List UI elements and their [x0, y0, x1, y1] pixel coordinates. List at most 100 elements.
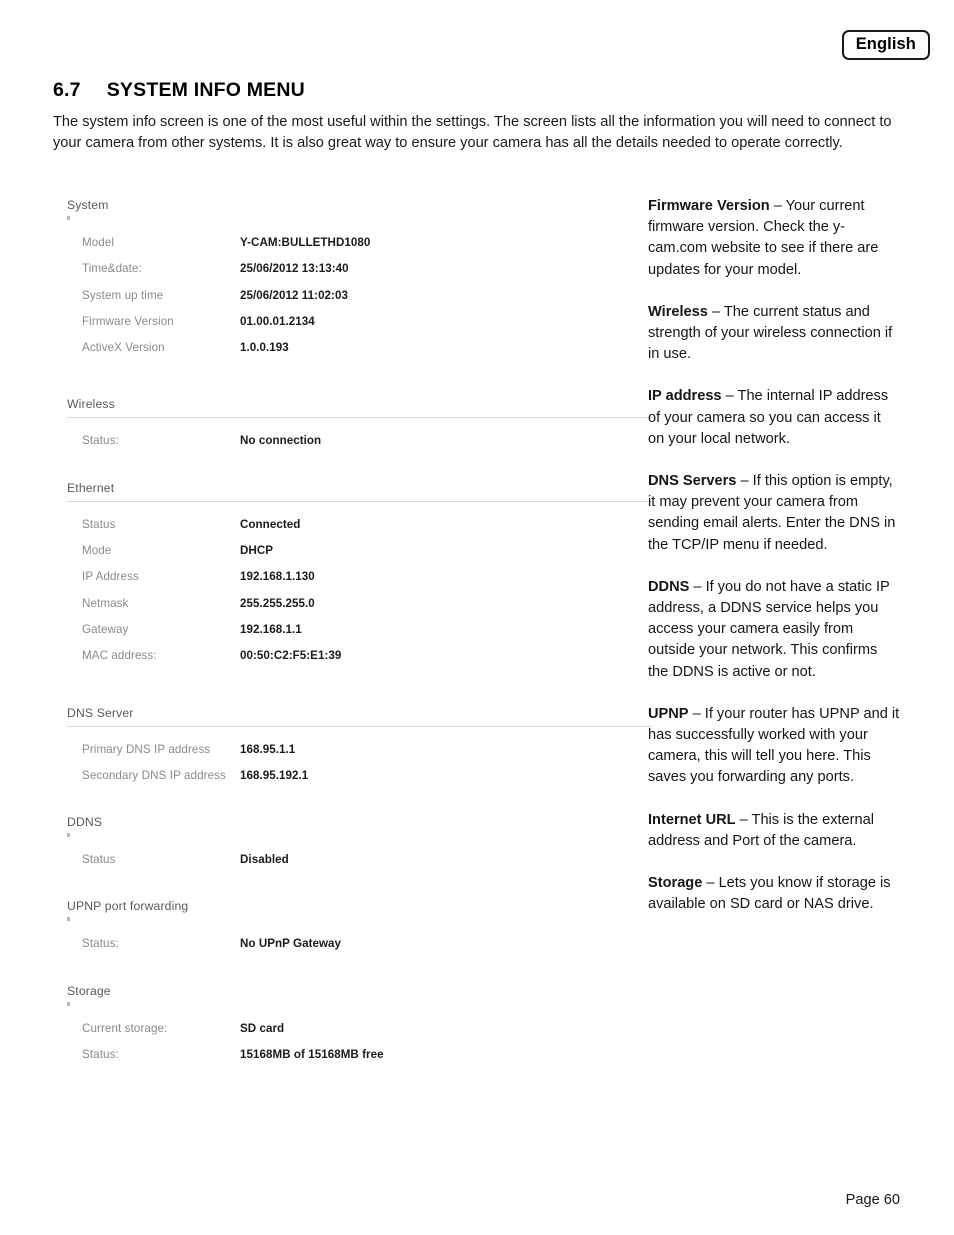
info-section-title: DNS Server	[67, 705, 134, 720]
info-row-label: MAC address:	[82, 649, 157, 663]
info-row-value: 15168MB of 15168MB free	[240, 1048, 384, 1062]
info-row-value: 01.00.01.2134	[240, 314, 315, 328]
info-row-label: Current storage:	[82, 1021, 168, 1035]
info-section: DDNS Status Disabled	[53, 815, 653, 899]
info-row-label: Status:	[82, 434, 119, 448]
info-row-value: No UPnP Gateway	[240, 937, 342, 951]
info-row-label: ActiveX Version	[82, 341, 165, 355]
info-row: IP Address 192.168.1.130	[53, 570, 653, 596]
language-badge: English	[841, 30, 930, 60]
info-row-value: 168.95.1.1	[240, 742, 296, 756]
info-row: Mode DHCP	[53, 544, 653, 570]
info-row: Status Connected	[53, 518, 653, 544]
info-section: Storage Current storage: SD card Status: 151…	[53, 984, 653, 1095]
info-row-value: SD card	[240, 1021, 285, 1035]
note-paragraph: DNS Servers – If this option is empty, i…	[648, 471, 900, 556]
info-row-value: 255.255.255.0	[240, 596, 315, 610]
note-paragraph: Internet URL – This is the external addr…	[648, 810, 900, 852]
info-row-value: Connected	[240, 517, 301, 531]
info-row-label: Status	[82, 517, 116, 531]
info-row-list: Status Disabled	[53, 853, 653, 879]
info-row-value: Y-CAM:BULLETHD1080	[240, 236, 371, 249]
intro-paragraph: The system info screen is one of the mos…	[53, 114, 892, 151]
note-term: Firmware Version	[648, 198, 770, 214]
section-tick-mark	[67, 833, 70, 838]
info-row-label: Model	[82, 236, 115, 249]
info-row: Secondary DNS IP address 168.95.192.1	[53, 769, 653, 795]
info-row-label: System up time	[82, 288, 164, 302]
info-row-label: Status:	[82, 937, 119, 951]
info-row-value: 192.168.1.1	[240, 622, 302, 636]
info-section: System Model Y-CAM:BULLETHD1080 Time&date: 2…	[53, 198, 653, 397]
section-divider	[67, 417, 652, 419]
note-paragraph: DDNS – If you do not have a static IP ad…	[648, 577, 900, 683]
note-paragraph: IP address – The internal IP address of …	[648, 386, 900, 450]
info-row-list: Status: No UPnP Gateway	[53, 937, 653, 963]
info-row: Status: No connection	[53, 434, 653, 460]
notes-column: Firmware Version – Your current firmware…	[648, 196, 900, 936]
section-title-text: SYSTEM INFO MENU	[106, 79, 305, 101]
note-term: UPNP	[648, 705, 689, 722]
info-row-list: Current storage: SD card Status: 15168MB of…	[53, 1022, 653, 1075]
info-section-title: DDNS	[67, 815, 103, 830]
page-footer: Page 60	[845, 1192, 900, 1208]
info-section: Ethernet Status Connected Mode DHCP IP Addres…	[53, 481, 653, 706]
info-row: System up time 25/06/2012 11:02:03	[53, 289, 653, 315]
info-row: Gateway 192.168.1.1	[53, 623, 653, 649]
info-row: Primary DNS IP address 168.95.1.1	[53, 743, 653, 769]
note-term: DDNS	[648, 578, 690, 595]
info-row-label: Time&date:	[82, 262, 142, 276]
info-section-title: UPNP port forwarding	[67, 899, 189, 914]
info-row: Current storage: SD card	[53, 1022, 653, 1048]
info-row-label: Netmask	[82, 596, 129, 610]
info-row: Model Y-CAM:BULLETHD1080	[53, 236, 653, 262]
info-row: Firmware Version 01.00.01.2134	[53, 315, 653, 341]
info-row-value: 25/06/2012 11:02:03	[240, 288, 348, 302]
section-number: 6.7	[53, 79, 81, 101]
info-row-label: Status:	[82, 1048, 119, 1062]
section-divider	[67, 725, 652, 727]
info-row-label: Secondary DNS IP address	[82, 768, 226, 782]
info-row-list: Primary DNS IP address 168.95.1.1 Secondar…	[53, 743, 653, 796]
info-row-label: Status	[82, 853, 116, 867]
info-row: Netmask 255.255.255.0	[53, 597, 653, 623]
info-row-list: Status Connected Mode DHCP IP Address 192.168…	[53, 518, 653, 676]
info-row-label: Primary DNS IP address	[82, 742, 211, 756]
section-tick-mark	[67, 917, 70, 922]
info-row-value: No connection	[240, 434, 322, 448]
note-paragraph: Firmware Version – Your current firmware…	[648, 196, 900, 281]
info-row-list: Model Y-CAM:BULLETHD1080 Time&date: 25/06/2…	[53, 236, 653, 367]
note-term: Wireless	[648, 303, 708, 320]
note-paragraph: Storage – Lets you know if storage is av…	[648, 873, 900, 915]
info-row-label: Firmware Version	[82, 314, 174, 328]
info-section: DNS Server Primary DNS IP address 168.95.1…	[53, 706, 653, 816]
info-row-label: Mode	[82, 544, 112, 558]
info-row: ActiveX Version 1.0.0.193	[53, 341, 653, 367]
section-tick-mark	[67, 1001, 70, 1006]
info-section: Wireless Status: No connection	[53, 397, 653, 480]
info-row-value: DHCP	[240, 544, 274, 558]
info-row-value: Disabled	[240, 853, 289, 867]
note-term: IP address	[648, 388, 722, 405]
info-row-label: IP Address	[82, 570, 139, 584]
info-row: Status: 15168MB of 15168MB free	[53, 1048, 653, 1074]
note-paragraph: Wireless – The current status and streng…	[648, 302, 900, 366]
info-row-label: Gateway	[82, 622, 129, 636]
info-section-title: Storage	[67, 983, 111, 998]
info-row-value: 1.0.0.193	[240, 341, 289, 355]
info-row-value: 168.95.192.1	[240, 768, 309, 782]
info-row: MAC address: 00:50:C2:F5:E1:39	[53, 649, 653, 675]
note-term: Internet URL	[648, 811, 736, 828]
note-term: DNS Servers	[648, 473, 737, 490]
info-section-title: System	[67, 198, 109, 212]
info-row: Status Disabled	[53, 853, 653, 879]
info-row-value: 00:50:C2:F5:E1:39	[240, 649, 342, 663]
info-row-value: 192.168.1.130	[240, 570, 315, 584]
